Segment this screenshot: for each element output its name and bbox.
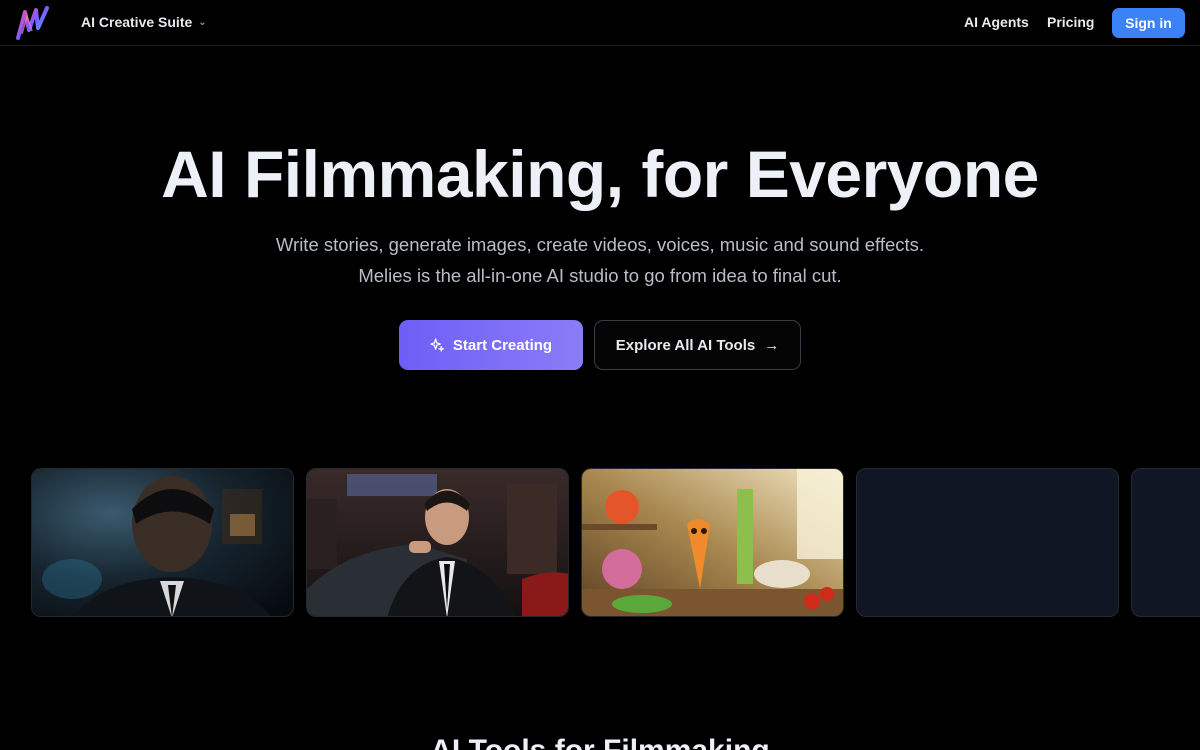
creative-suite-menu[interactable]: AI Creative Suite ⌄: [81, 14, 207, 30]
start-creating-button[interactable]: Start Creating: [399, 320, 583, 370]
showcase-card-animated-vegetables[interactable]: [581, 468, 844, 617]
arrow-right-icon: →: [764, 336, 780, 354]
explore-ai-tools-label: Explore All AI Tools: [615, 336, 756, 354]
explore-ai-tools-button[interactable]: Explore All AI Tools →: [594, 320, 801, 370]
melies-logo[interactable]: [14, 4, 54, 42]
nav-link-ai-agents[interactable]: AI Agents: [964, 14, 1029, 30]
ai-tools-section-title: AI Tools for Filmmaking: [0, 734, 1200, 750]
hero-subtitle-line-2: Melies is the all-in-one AI studio to go…: [358, 265, 842, 286]
top-nav: AI Creative Suite ⌄ AI Agents Pricing Si…: [0, 0, 1200, 46]
nav-link-pricing[interactable]: Pricing: [1047, 14, 1094, 30]
chevron-down-icon: ⌄: [198, 16, 207, 28]
showcase-card-man-in-suit[interactable]: [31, 468, 294, 617]
showcase-card-man-smoking[interactable]: [306, 468, 569, 617]
creative-suite-label: AI Creative Suite: [81, 14, 193, 30]
sparkle-icon: [430, 337, 445, 352]
showcase-card-empty-partial[interactable]: [1131, 468, 1200, 617]
hero-subtitle-line-1: Write stories, generate images, create v…: [275, 234, 925, 255]
showcase-card-empty[interactable]: [856, 468, 1119, 617]
start-creating-label: Start Creating: [452, 336, 553, 354]
sign-in-button[interactable]: Sign in: [1112, 8, 1185, 38]
hero-title: AI Filmmaking, for Everyone: [161, 137, 1039, 211]
